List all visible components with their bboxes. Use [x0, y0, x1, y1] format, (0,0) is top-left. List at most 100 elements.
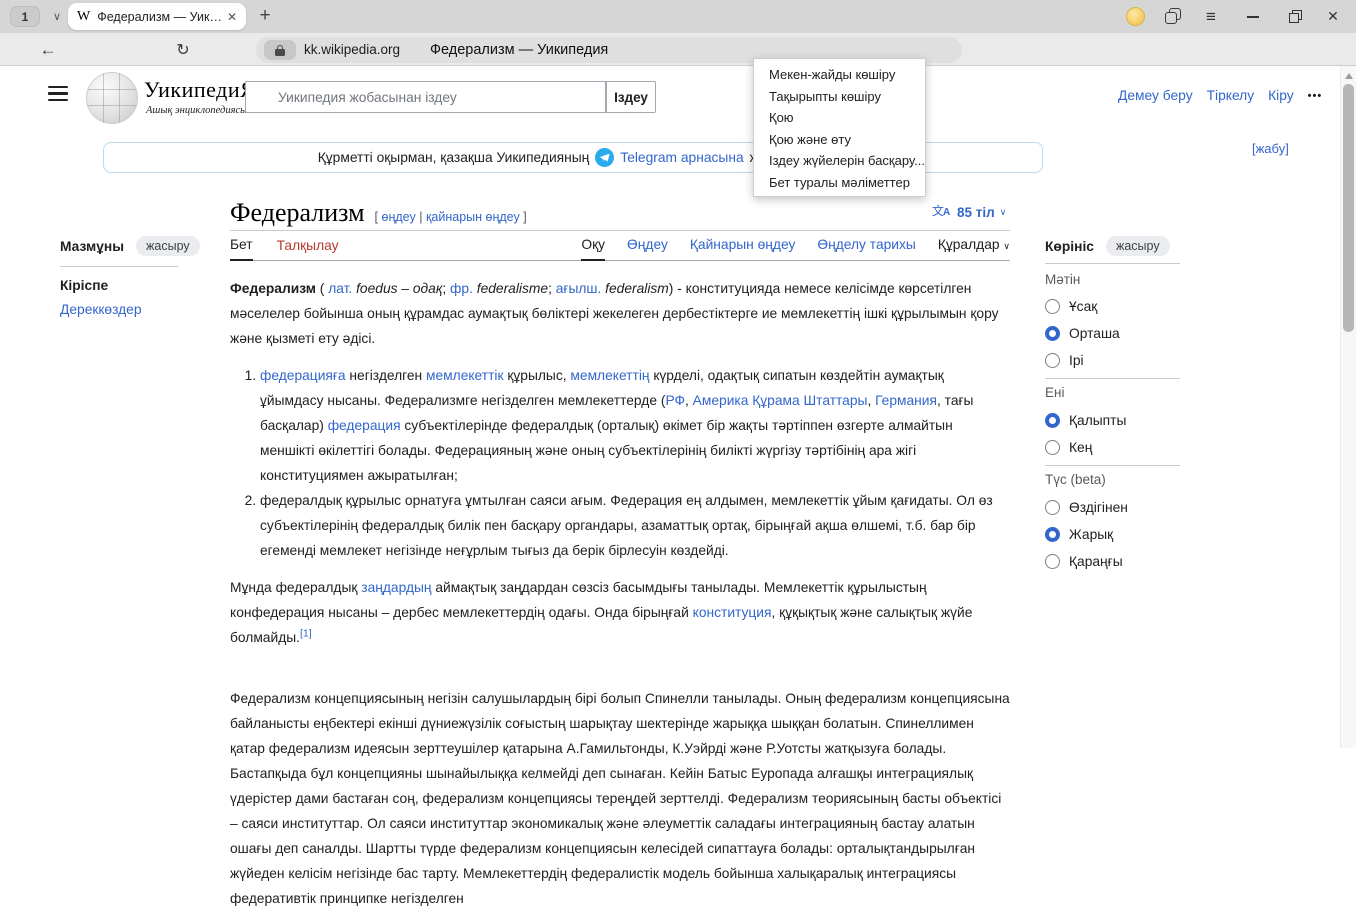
paragraph: Федерализм концепциясының негізін салушы… [230, 686, 1010, 911]
wiki-link[interactable]: Америка Құрама Штаттары [693, 393, 868, 408]
wikipedia-favicon-icon: W [77, 9, 90, 25]
radio-icon[interactable] [1045, 413, 1060, 428]
wiki-link[interactable]: конституция [693, 605, 772, 620]
radio-icon[interactable] [1045, 500, 1060, 515]
context-menu: Мекен-жайды көшіру Тақырыпты көшіру Қою … [753, 58, 926, 197]
radio-color-dark[interactable]: Қараңғы [1045, 551, 1123, 571]
paragraph: Мұнда федералдық заңдардың аймақтық заңд… [230, 575, 1010, 650]
tab-list-chevron-icon[interactable]: ∨ [46, 6, 68, 27]
menu-item-paste[interactable]: Қою [754, 107, 925, 129]
close-window-button[interactable]: ✕ [1318, 0, 1348, 33]
donate-link[interactable]: Демеу беру [1118, 88, 1193, 103]
page-content: УикипедиЯ Ашық энциклопедиясы Іздеу Деме… [0, 66, 1340, 748]
vertical-scrollbar[interactable] [1340, 66, 1356, 748]
language-selector[interactable]: 文A 85 тіл ∨ [932, 204, 1006, 220]
header-links: Демеу беру Тіркелу Кіру ••• [1118, 88, 1322, 103]
toc-hide-button[interactable]: жасыру [136, 236, 200, 256]
radio-icon[interactable] [1045, 440, 1060, 455]
radio-width-wide[interactable]: Кең [1045, 437, 1092, 457]
menu-item-page-info[interactable]: Бет туралы мәліметтер [754, 172, 925, 194]
browser-tab[interactable]: W Федерализм — Уикипе ✕ [68, 3, 246, 30]
chevron-down-icon: ∨ [1003, 241, 1010, 251]
radio-color-auto[interactable]: Өздігінен [1045, 497, 1128, 517]
toc-item-references[interactable]: Дереккөздер [60, 302, 200, 317]
reload-button[interactable]: ↻ [168, 33, 198, 66]
minimize-button[interactable] [1238, 0, 1268, 33]
tab-panels-icon[interactable] [1165, 8, 1182, 25]
toc-item-intro[interactable]: Кіріспе [60, 278, 200, 293]
wiki-link[interactable]: фр. [450, 281, 473, 296]
menu-item-copy-title[interactable]: Тақырыпты көшіру [754, 86, 925, 108]
radio-icon[interactable] [1045, 554, 1060, 569]
tab-count: 1 [22, 10, 29, 24]
wikipedia-logo[interactable] [86, 72, 138, 124]
tab-tools[interactable]: Құралдар ∨ [938, 237, 1010, 260]
lead-paragraph: Федерализм ( лат. foedus – одақ; фр. fed… [230, 276, 1010, 351]
reference-link[interactable]: [1] [300, 627, 312, 639]
radio-icon[interactable] [1045, 299, 1060, 314]
wiki-link[interactable]: лат. [328, 281, 352, 296]
edit-link[interactable]: өңдеу [382, 210, 416, 224]
search-button[interactable]: Іздеу [606, 81, 656, 113]
radio-color-light[interactable]: Жарық [1045, 524, 1113, 544]
banner-text: Құрметті оқырман, қазақша Уикипедияның [318, 150, 590, 165]
scroll-up-icon[interactable] [1345, 73, 1353, 79]
new-tab-button[interactable]: + [252, 2, 278, 29]
wiki-link[interactable]: федерация [328, 418, 401, 433]
wiki-link[interactable]: заңдардың [361, 580, 431, 595]
appearance-title: Көрініс [1045, 239, 1094, 254]
radio-icon[interactable] [1045, 353, 1060, 368]
search-input[interactable] [245, 81, 606, 113]
divider [1045, 465, 1180, 466]
edit-source-link[interactable]: қайнарын өңдеу [426, 210, 520, 224]
tab-counter[interactable]: 1 [10, 6, 40, 27]
tab-read[interactable]: Оқу [581, 237, 605, 261]
tab-edit[interactable]: Өңдеу [627, 237, 668, 260]
scrollbar-thumb[interactable] [1343, 84, 1354, 332]
wiki-wordmark[interactable]: УикипедиЯ [144, 77, 255, 103]
wiki-hamburger-icon[interactable] [48, 86, 70, 102]
wiki-link[interactable]: Германия [875, 393, 937, 408]
section-width-label: Ені [1045, 385, 1064, 400]
page-title: Федерализм [230, 198, 365, 228]
register-link[interactable]: Тіркелу [1207, 88, 1255, 103]
radio-width-standard[interactable]: Қалыпты [1045, 410, 1126, 430]
tab-talk[interactable]: Талқылау [277, 238, 339, 260]
browser-menu-icon[interactable]: ≡ [1196, 0, 1226, 33]
restore-button[interactable] [1280, 0, 1310, 33]
site-security-chip[interactable] [264, 40, 296, 60]
appearance-hide-button[interactable]: жасыру [1106, 236, 1170, 256]
telegram-channel-link[interactable]: Telegram арнасына [620, 150, 743, 165]
menu-item-manage-search-engines[interactable]: Іздеу жүйелерін басқару... [754, 150, 925, 172]
radio-text-standard[interactable]: Орташа [1045, 323, 1120, 343]
menu-item-paste-and-go[interactable]: Қою және өту [754, 129, 925, 151]
banner-close-link[interactable]: [жабу] [1252, 141, 1289, 156]
tab-close-icon[interactable]: ✕ [227, 10, 237, 24]
radio-text-small[interactable]: Ұсақ [1045, 296, 1097, 316]
definition-list: федерацияға негізделген мемлекеттік құры… [230, 363, 1010, 563]
section-color-label: Түс (beta) [1045, 472, 1106, 487]
header-more-icon[interactable]: ••• [1308, 90, 1323, 102]
tab-article[interactable]: Бет [230, 237, 253, 261]
radio-icon[interactable] [1045, 326, 1060, 341]
toc-title: Мазмұны [60, 239, 124, 254]
login-link[interactable]: Кіру [1268, 88, 1294, 103]
wiki-link[interactable]: мемлекеттік [426, 368, 504, 383]
article-body: Федерализм ( лат. foedus – одақ; фр. fed… [230, 266, 1010, 911]
address-bar-page-title: Федерализм — Уикипедия [430, 42, 608, 58]
tab-history[interactable]: Өңделу тарихы [817, 237, 915, 260]
profile-avatar[interactable] [1126, 7, 1145, 26]
divider [60, 266, 178, 267]
wiki-link[interactable]: РФ [665, 393, 685, 408]
radio-icon[interactable] [1045, 527, 1060, 542]
tab-edit-source[interactable]: Қайнарын өңдеу [690, 237, 796, 260]
wiki-link[interactable]: федерацияға [260, 368, 346, 383]
section-text-label: Мәтін [1045, 272, 1080, 287]
wiki-link[interactable]: мемлекеттің [570, 368, 649, 383]
table-of-contents: Мазмұны жасыру Кіріспе Дереккөздер [60, 236, 200, 317]
menu-item-copy-address[interactable]: Мекен-жайды көшіру [754, 64, 925, 86]
wiki-link[interactable]: ағылш. [556, 281, 602, 296]
languages-icon: 文A [932, 204, 952, 220]
back-button[interactable]: ← [33, 33, 63, 66]
radio-text-large[interactable]: Ірі [1045, 350, 1084, 370]
